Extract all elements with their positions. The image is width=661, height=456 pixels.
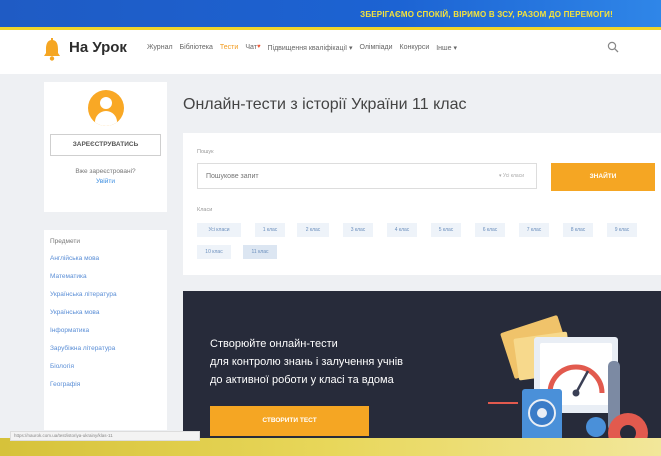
class-chip-1[interactable]: 1 клас <box>255 223 285 237</box>
search-icon[interactable] <box>607 41 619 53</box>
banner-line-2: для контролю знань і залучення учнів <box>210 356 404 368</box>
class-chip-7[interactable]: 7 клас <box>519 223 549 237</box>
nav-item-library[interactable]: Бібліотека <box>180 44 213 52</box>
class-chip-2[interactable]: 2 клас <box>297 223 329 237</box>
site-header: На Урок Журнал Бібліотека Тести Чат♥ Під… <box>0 30 661 74</box>
avatar <box>88 90 124 126</box>
class-chip-3[interactable]: 3 клас <box>343 223 373 237</box>
chat-heart-icon: ♥ <box>256 44 261 50</box>
subject-item[interactable]: Географія <box>50 381 167 388</box>
subject-item[interactable]: Зарубіжна література <box>50 345 167 352</box>
nav-item-qualification[interactable]: Підвищення кваліфікації ▾ <box>268 44 353 52</box>
avatar-head-shape <box>100 97 112 109</box>
nav-item-tests[interactable]: Тести <box>220 44 238 52</box>
nav-item-chat-label: Чат <box>245 44 257 51</box>
login-card: ЗАРЕЄСТРУВАТИСЬ Вже зареєстровані? Увійт… <box>44 82 167 212</box>
nav-item-contests[interactable]: Конкурси <box>400 44 430 52</box>
banner-text: Створюйте онлайн-тести для контролю знан… <box>210 335 510 389</box>
create-test-banner: Створюйте онлайн-тести для контролю знан… <box>183 291 661 456</box>
find-button[interactable]: ЗНАЙТИ <box>551 163 655 191</box>
nav-item-chat[interactable]: Чат♥ <box>245 44 260 52</box>
class-chip-10[interactable]: 10 клас <box>197 245 231 259</box>
subject-item[interactable]: Інформатика <box>50 327 167 334</box>
page-title: Онлайн-тести з історії України 11 клас <box>183 96 467 113</box>
announcement-text: ЗБЕРІГАЄМО СПОКІЙ, ВІРИМО В ЗСУ, РАЗОМ Д… <box>360 10 613 19</box>
test-illustration <box>488 315 648 453</box>
create-test-button[interactable]: СТВОРИТИ ТЕСТ <box>210 406 369 436</box>
class-chip-6[interactable]: 6 клас <box>475 223 505 237</box>
class-chip-11-selected[interactable]: 11 клас <box>243 245 277 259</box>
main-nav: Журнал Бібліотека Тести Чат♥ Підвищення … <box>147 44 457 52</box>
search-label: Пошук <box>197 149 214 155</box>
class-chip-9[interactable]: 9 клас <box>607 223 637 237</box>
subjects-title: Предмети <box>50 238 81 245</box>
classes-label: Класи <box>197 207 213 213</box>
banner-line-1: Створюйте онлайн-тести <box>210 338 338 350</box>
bell-logo-icon[interactable] <box>42 38 62 62</box>
avatar-body-shape <box>95 111 117 126</box>
class-chip-5[interactable]: 5 клас <box>431 223 461 237</box>
subject-item[interactable]: Біологія <box>50 363 167 370</box>
nav-item-journal[interactable]: Журнал <box>147 44 173 52</box>
register-button[interactable]: ЗАРЕЄСТРУВАТИСЬ <box>50 134 161 156</box>
top-announcement-bar: ЗБЕРІГАЄМО СПОКІЙ, ВІРИМО В ЗСУ, РАЗОМ Д… <box>0 0 661 30</box>
class-chip-4[interactable]: 4 клас <box>387 223 417 237</box>
subjects-list: Предмети Англійська мова Математика Укра… <box>44 230 167 430</box>
subject-item[interactable]: Англійська мова <box>50 255 167 262</box>
class-chip-8[interactable]: 8 клас <box>563 223 593 237</box>
class-select-hint[interactable]: ▾ Усі класи <box>499 173 524 179</box>
filter-panel: Пошук ▾ Усі класи ЗНАЙТИ Класи Усі класи… <box>183 133 661 275</box>
subject-item[interactable]: Математика <box>50 273 167 280</box>
subject-item[interactable]: Українська література <box>50 291 167 298</box>
logo-text[interactable]: На Урок <box>69 39 127 56</box>
nav-item-olympiads[interactable]: Олімпіади <box>359 44 392 52</box>
class-chip-all[interactable]: Усі класи <box>197 223 241 237</box>
search-input[interactable] <box>198 164 468 188</box>
subject-item[interactable]: Українська мова <box>50 309 167 316</box>
nav-item-other[interactable]: Інше ▾ <box>436 44 457 52</box>
already-registered-text: Вже зареєстровані? <box>75 168 136 175</box>
banner-line-3: до активної роботи у класі та вдома <box>210 374 394 386</box>
search-field: ▾ Усі класи <box>197 163 537 189</box>
status-url: https://naurok.com.ua/test/istoriya-ukra… <box>10 431 200 441</box>
login-link[interactable]: Увійти <box>44 178 167 185</box>
